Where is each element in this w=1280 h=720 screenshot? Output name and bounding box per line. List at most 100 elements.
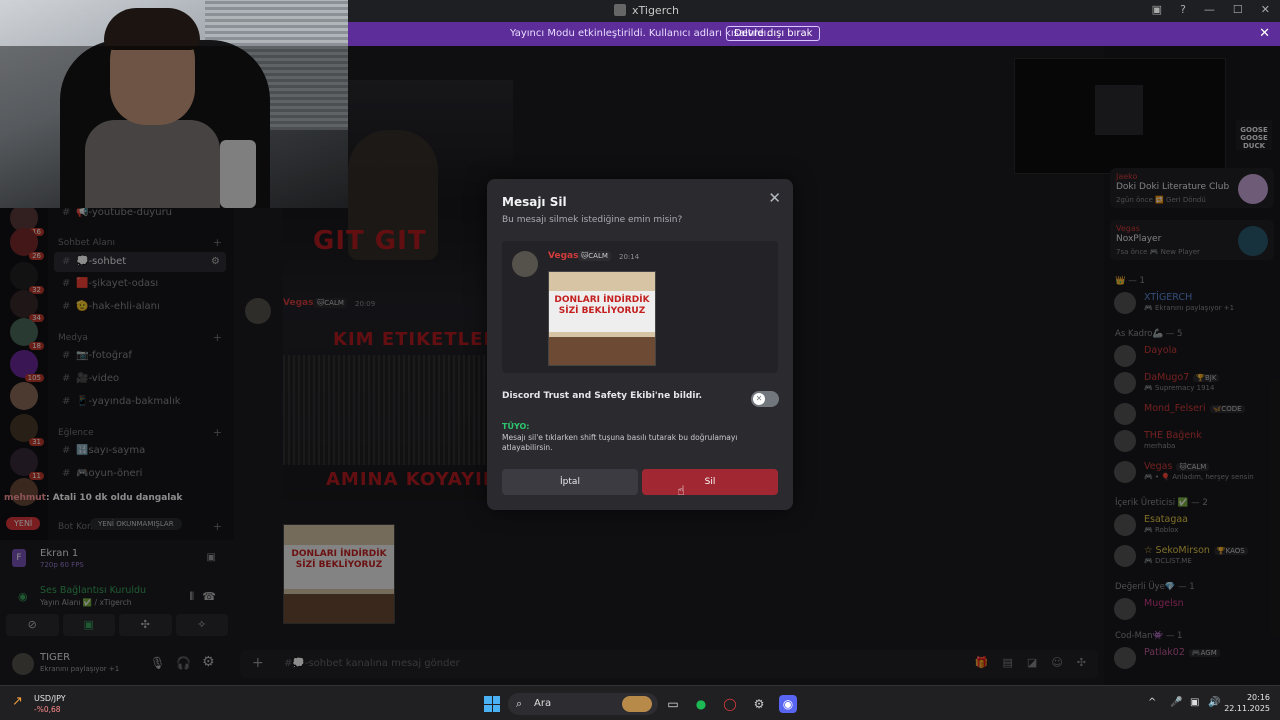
member-item[interactable]: Mugelsn — [1114, 596, 1276, 622]
channel-sikayet-odasi[interactable]: # 🟥-şikayet-odası — [54, 274, 226, 294]
close-window-icon[interactable]: ✕ — [1261, 3, 1270, 16]
member-item[interactable]: Mond_Felseri 🦋CODE — [1114, 401, 1276, 427]
file-explorer-icon[interactable]: ▭ — [664, 695, 682, 713]
member-item[interactable]: ☆ SekoMirson 🏆KAOS 🎮 DCLIST.ME — [1114, 543, 1276, 569]
emoji-icon[interactable]: ☺ — [1051, 656, 1062, 669]
microphone-icon[interactable]: 🎙 — [150, 656, 165, 670]
member-item[interactable]: DaMugo7 🏆BJK 🎮 Supremacy 1914 — [1114, 370, 1276, 396]
delete-button[interactable]: Sil — [642, 469, 778, 495]
activities-icon[interactable]: ✣ — [119, 614, 172, 636]
inbox-icon[interactable]: ▣ — [1152, 3, 1162, 16]
category-sohbet-alani[interactable]: Sohbet Alanı — [58, 238, 115, 248]
user-status: Ekranını paylaşıyor +1 — [40, 665, 120, 673]
search-box[interactable]: ⌕ Ara — [508, 693, 658, 715]
disable-streamer-mode-button[interactable]: Devre dışı bırak — [726, 26, 821, 41]
microphone-icon[interactable]: 🎤 — [1170, 697, 1182, 708]
message-image[interactable]: DONLARI İNDİRDİK SİZİ BEKLİYORUZ — [283, 524, 395, 624]
channel-video[interactable]: # 🎥-video — [54, 369, 226, 389]
spotify-icon[interactable]: ● — [692, 695, 710, 713]
activity-card[interactable]: Vegas NoxPlayer 7sa önce 🎮 New Player — [1110, 220, 1274, 260]
sticker-icon[interactable]: ◪ — [1027, 656, 1037, 669]
avatar[interactable] — [245, 298, 271, 324]
new-badge[interactable]: YENİ — [6, 517, 41, 530]
channel-sayi-sayma[interactable]: # 🔢sayı-sayma — [54, 441, 226, 461]
activity-card[interactable]: Jaeko Doki Doki Literature Club 2gün önc… — [1110, 168, 1274, 208]
tip-text: Mesajı sil'e tıklarken shift tuşuna bası… — [502, 433, 738, 452]
add-channel-icon[interactable]: + — [213, 236, 222, 249]
cancel-button[interactable]: İptal — [502, 469, 638, 495]
server-icon[interactable]: 105 — [10, 350, 44, 382]
category-eglence[interactable]: Eğlence — [58, 428, 94, 438]
server-icon[interactable]: 18 — [10, 318, 44, 350]
stream-preview[interactable] — [1014, 58, 1226, 174]
add-channel-icon[interactable]: + — [213, 331, 222, 344]
member-status: 🎮 • 🎈 Anladım, herşey sensin — [1144, 473, 1254, 481]
soundboard-icon[interactable]: ✧ — [175, 614, 228, 636]
server-icon[interactable]: 34 — [10, 290, 44, 322]
stream-chat-overlay: mehmut: Atali 10 dk oldu dangalak — [4, 493, 183, 503]
disconnect-icon[interactable]: ☎ — [202, 590, 216, 603]
goose-goose-duck-logo: GOOSE GOOSE DUCK — [1236, 120, 1272, 150]
member-name: Dayola — [1144, 345, 1178, 356]
add-channel-icon[interactable]: + — [213, 520, 222, 533]
username[interactable]: TIGER — [40, 652, 70, 663]
steam-icon[interactable]: ⚙ — [750, 695, 768, 713]
member-item[interactable]: Esatagaa 🎮 Roblox — [1114, 512, 1276, 538]
member-item[interactable]: Vegas 🐱CALM 🎮 • 🎈 Anladım, herşey sensin — [1114, 459, 1276, 485]
settings-icon[interactable]: ⚙ — [211, 252, 220, 272]
member-item[interactable]: XTİGERCH 🎮 Ekranını paylaşıyor +1 — [1114, 290, 1276, 316]
message-author[interactable]: Vegas — [283, 298, 313, 308]
help-icon[interactable]: ? — [1180, 3, 1186, 16]
popout-icon[interactable]: ▣ — [207, 552, 216, 563]
screen-share-icon[interactable]: ▣ — [62, 614, 115, 636]
voice-controls: ⊘ ▣ ✣ ✧ — [6, 614, 228, 636]
maximize-icon[interactable]: ☐ — [1233, 3, 1243, 16]
mention-badge: 31 — [29, 438, 44, 446]
channel-sohbet[interactable]: # 💭-sohbet ⚙ — [54, 252, 226, 272]
volume-icon[interactable]: 🔊 — [1208, 697, 1220, 708]
avatar — [1114, 545, 1136, 567]
clock[interactable]: 20:16 22.11.2025 — [1224, 692, 1270, 714]
avatar — [1114, 372, 1136, 394]
server-icon[interactable] — [10, 382, 38, 410]
server-icon[interactable]: 32 — [10, 262, 44, 294]
report-toggle[interactable]: ✕ — [751, 391, 779, 407]
member-item[interactable]: Patlak02 🎮AGM — [1114, 645, 1276, 671]
camera-off-icon[interactable]: ⊘ — [6, 614, 59, 636]
add-attachment-icon[interactable]: + — [252, 655, 264, 671]
close-icon[interactable]: ✕ — [768, 189, 781, 207]
user-settings-icon[interactable]: ⚙ — [202, 654, 215, 670]
channel-hak-ehli-alani[interactable]: # 🫡-hak-ehli-alanı — [54, 297, 226, 317]
user-avatar[interactable] — [12, 653, 34, 675]
message-composer[interactable]: + #💭-sohbet kanalına mesaj gönder 🎁 ▤ ◪ … — [240, 650, 1098, 678]
voice-status[interactable]: Ses Bağlantısı Kuruldu — [40, 585, 146, 596]
category-medya[interactable]: Medya — [58, 333, 88, 343]
add-channel-icon[interactable]: + — [213, 426, 222, 439]
opera-icon[interactable]: ◯ — [721, 695, 739, 713]
voice-channel[interactable]: Yayın Alanı ✅ / xTigerch — [40, 598, 132, 607]
display-icon[interactable]: ▣ — [1190, 697, 1199, 708]
member-item[interactable]: Dayola — [1114, 343, 1276, 369]
server-icon[interactable]: 26 — [10, 228, 44, 260]
gift-icon[interactable]: 🎁 — [975, 656, 989, 669]
new-unreads-pill[interactable]: YENİ OKUNMAMIŞLAR — [90, 518, 182, 530]
start-icon[interactable] — [484, 696, 500, 712]
server-icon[interactable]: 11 — [10, 448, 44, 480]
member-badge: 🎮AGM — [1188, 649, 1220, 657]
chevron-up-icon[interactable]: ^ — [1148, 697, 1156, 708]
user-panel: F Ekran 1 720p 60 FPS ▣ ◉ Ses Bağlantısı… — [0, 540, 234, 685]
server-icon[interactable]: 31 — [10, 414, 44, 446]
member-badge: 🏆BJK — [1193, 374, 1220, 382]
discord-icon[interactable]: ◉ — [779, 695, 797, 713]
headphones-icon[interactable]: 🎧 — [176, 656, 191, 670]
noise-suppression-icon[interactable]: ⫴ — [189, 590, 194, 604]
apps-icon[interactable]: ✣ — [1077, 656, 1086, 669]
preview-author: Vegas — [548, 251, 579, 261]
channel-yayinda-bakmalik[interactable]: # 📱-yayında-bakmalık — [54, 392, 226, 412]
close-icon[interactable]: ✕ — [1259, 26, 1270, 41]
gif-icon[interactable]: ▤ — [1003, 656, 1013, 669]
channel-oyun-oneri[interactable]: # 🎮oyun-öneri — [54, 464, 226, 484]
minimize-icon[interactable]: — — [1204, 3, 1215, 16]
channel-fotograf[interactable]: # 📷-fotoğraf — [54, 346, 226, 366]
member-item[interactable]: THE Bağenk merhaba — [1114, 428, 1276, 454]
